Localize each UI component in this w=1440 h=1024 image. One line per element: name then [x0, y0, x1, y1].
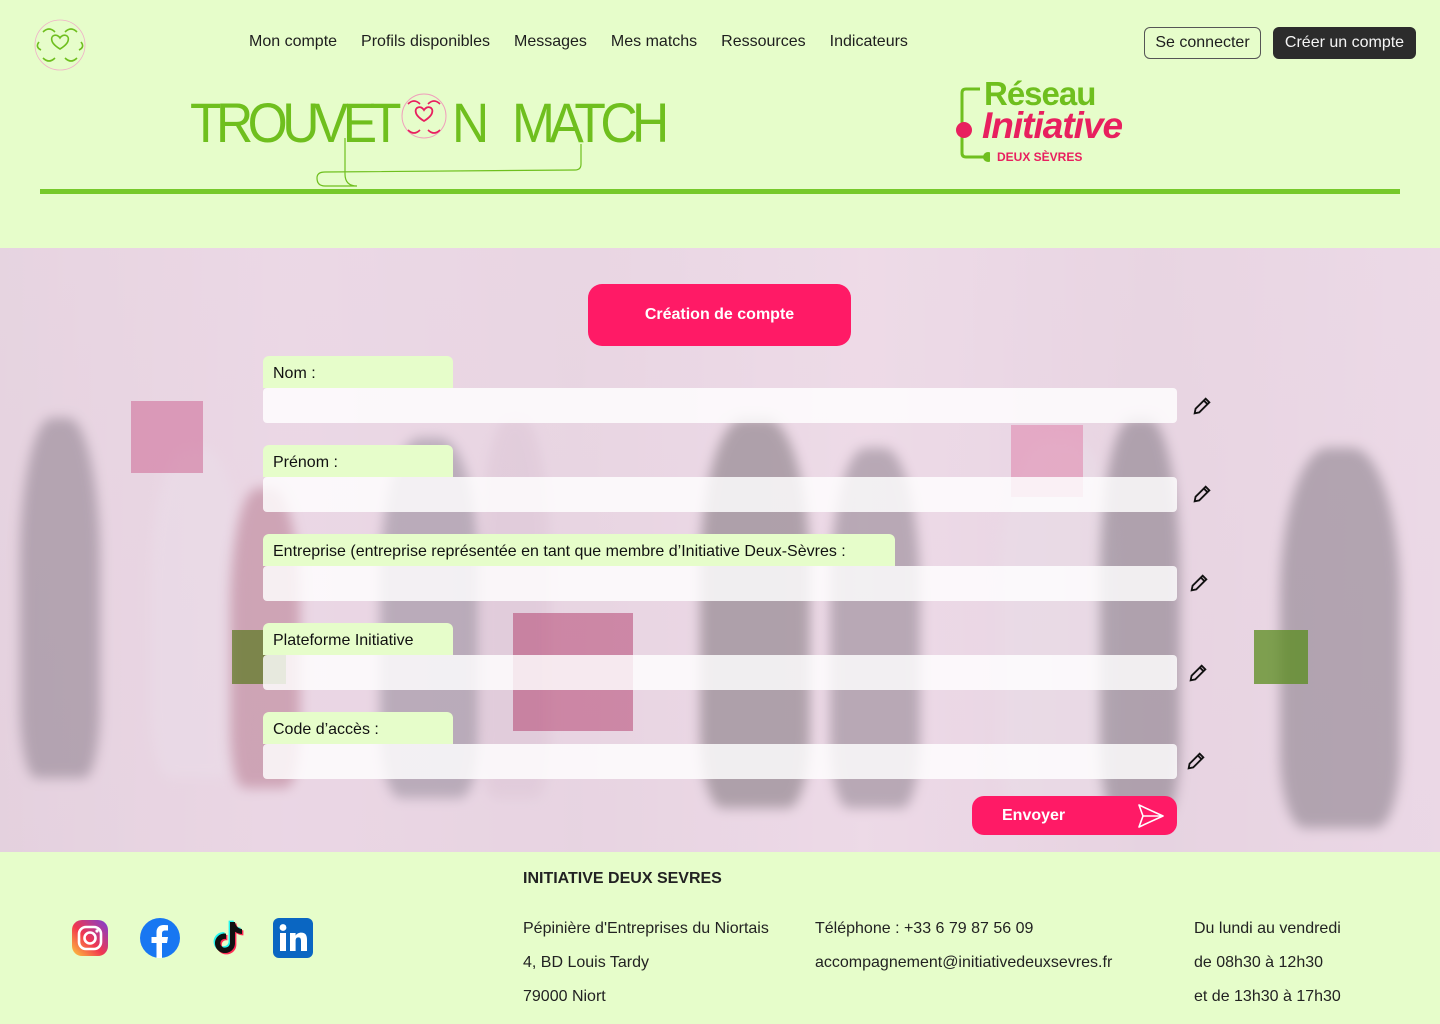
nav-profils-disponibles[interactable]: Profils disponibles	[361, 33, 490, 51]
pencil-icon[interactable]	[1188, 572, 1210, 594]
pencil-icon[interactable]	[1185, 750, 1207, 772]
footer-address-line-1: Pépinière d'Entreprises du Niortais	[523, 920, 769, 937]
entreprise-input[interactable]	[263, 566, 1177, 601]
nav-ressources[interactable]: Ressources	[721, 33, 805, 51]
signup-form-section: Création de compte Nom : Prénom : Entrep…	[0, 248, 1440, 852]
footer-hours-line-2: de 08h30 à 12h30	[1194, 954, 1324, 971]
footer-hours-line-3: et de 13h30 à 17h30	[1194, 988, 1341, 1005]
partner-line-deux-sevres: DEUX SÈVRES	[997, 150, 1083, 164]
site-header: Mon compte Profils disponibles Messages …	[0, 0, 1440, 248]
field-label-nom: Nom :	[263, 356, 453, 388]
footer-hours-line-1: Du lundi au vendredi	[1194, 920, 1341, 937]
nom-input[interactable]	[263, 388, 1177, 423]
field-label-prenom: Prénom :	[263, 445, 453, 477]
footer-phone[interactable]: Téléphone : +33 6 79 87 56 09	[815, 920, 1033, 938]
nav-messages[interactable]: Messages	[514, 33, 587, 51]
prenom-input[interactable]	[263, 477, 1177, 512]
send-icon	[1138, 804, 1164, 828]
footer-org-name: INITIATIVE DEUX SEVRES	[523, 870, 722, 887]
field-label-entreprise: Entreprise (entreprise représentée en ta…	[263, 534, 895, 566]
pencil-icon[interactable]	[1191, 395, 1213, 417]
plateforme-input[interactable]	[263, 655, 1177, 690]
partner-line-initiative: Initiative	[982, 105, 1123, 146]
field-label-plateforme: Plateforme Initiative	[263, 623, 453, 655]
main-nav: Mon compte Profils disponibles Messages …	[249, 33, 908, 51]
site-footer: INITIATIVE DEUX SEVRES Pépinière d'Entre…	[0, 852, 1440, 1024]
send-button-label: Envoyer	[1002, 806, 1066, 824]
form-title: Création de compte	[588, 284, 851, 346]
nav-indicateurs[interactable]: Indicateurs	[830, 33, 908, 51]
pencil-icon[interactable]	[1191, 483, 1213, 505]
instagram-icon[interactable]	[70, 918, 110, 958]
linkedin-icon[interactable]	[273, 918, 313, 958]
send-button[interactable]: Envoyer	[972, 796, 1177, 835]
footer-address-line-2: 4, BD Louis Tardy	[523, 954, 649, 971]
nav-mes-matchs[interactable]: Mes matchs	[611, 33, 697, 51]
brand-underline-swirl	[316, 138, 582, 187]
signup-button[interactable]: Créer un compte	[1273, 27, 1416, 59]
header-divider	[40, 189, 1400, 194]
pencil-icon[interactable]	[1187, 662, 1209, 684]
facebook-icon[interactable]	[140, 918, 180, 958]
nav-mon-compte[interactable]: Mon compte	[249, 33, 337, 51]
field-label-code-acces: Code d’accès :	[263, 712, 453, 744]
heart-knot-logo-icon[interactable]	[33, 18, 87, 72]
reseau-initiative-logo: Réseau Initiative DEUX SÈVRES	[950, 75, 1150, 167]
footer-email-link[interactable]: accompagnement@initiativedeuxsevres.fr	[815, 954, 1112, 972]
decorative-square	[131, 401, 203, 473]
code-acces-input[interactable]	[263, 744, 1177, 779]
footer-address-line-3: 79000 Niort	[523, 988, 606, 1005]
decorative-square	[1254, 630, 1308, 684]
tiktok-icon[interactable]	[207, 918, 247, 958]
login-button[interactable]: Se connecter	[1144, 27, 1261, 59]
trouve-ton-match-logo: TROUVE T N MATCH	[190, 84, 669, 194]
